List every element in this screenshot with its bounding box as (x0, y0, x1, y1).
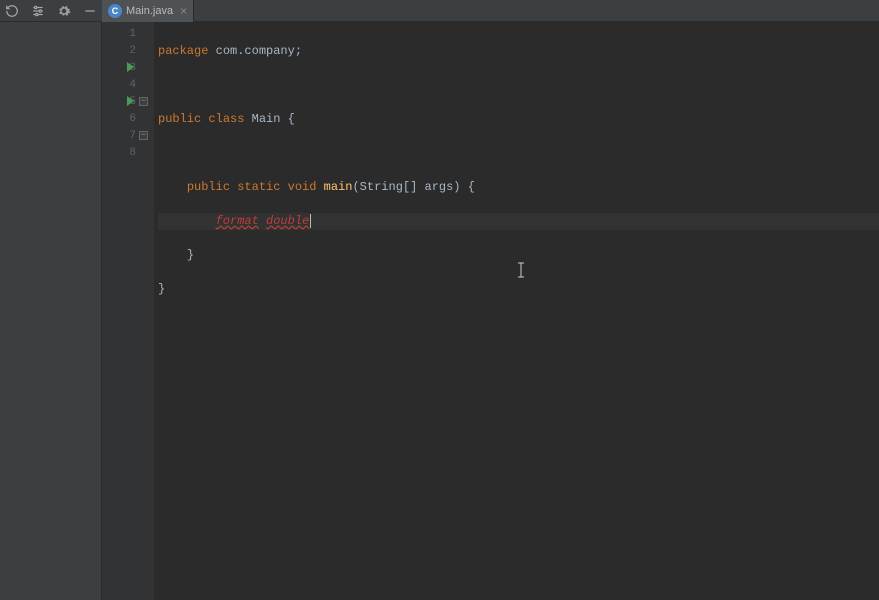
text-caret (310, 214, 311, 228)
close-icon[interactable]: × (180, 4, 187, 18)
code-area[interactable]: package com.company; public class Main {… (154, 22, 879, 600)
run-gutter-icon[interactable] (127, 96, 134, 106)
class-file-icon-letter: C (112, 6, 119, 16)
code-line: public static void main(String[] args) { (158, 179, 879, 196)
gear-icon[interactable] (56, 3, 72, 19)
main-area: 1 2 3 4 5− 6 7− 8 package com.company; p… (0, 22, 879, 600)
line-number: 5− (102, 94, 136, 111)
code-line: } (158, 281, 879, 298)
line-number: 2 (102, 43, 136, 60)
code-line: package com.company; (158, 43, 879, 60)
minus-icon[interactable] (82, 3, 98, 19)
code-line: public class Main { (158, 111, 879, 128)
line-number: 3 (102, 60, 136, 77)
tab-main-java[interactable]: C Main.java × (102, 0, 194, 22)
left-sidebar (0, 22, 102, 600)
tab-filename: Main.java (126, 5, 173, 17)
code-line-current: format double (158, 213, 879, 230)
line-number: 8 (102, 145, 136, 162)
fold-toggle-icon[interactable]: − (139, 131, 148, 140)
line-number: 4 (102, 77, 136, 94)
code-line (158, 145, 879, 162)
text-cursor-icon (516, 227, 574, 313)
reload-icon[interactable] (4, 3, 20, 19)
line-number: 1 (102, 26, 136, 43)
sliders-icon[interactable] (30, 3, 46, 19)
class-file-icon: C (108, 4, 122, 18)
editor-tabs: C Main.java × (102, 0, 194, 22)
code-line (158, 77, 879, 94)
run-gutter-icon[interactable] (127, 62, 134, 72)
line-number-gutter: 1 2 3 4 5− 6 7− 8 (102, 22, 154, 600)
code-line: } (158, 247, 879, 264)
fold-toggle-icon[interactable]: − (139, 97, 148, 106)
line-number: 7− (102, 128, 136, 145)
line-number: 6 (102, 111, 136, 128)
code-editor[interactable]: 1 2 3 4 5− 6 7− 8 package com.company; p… (102, 22, 879, 600)
